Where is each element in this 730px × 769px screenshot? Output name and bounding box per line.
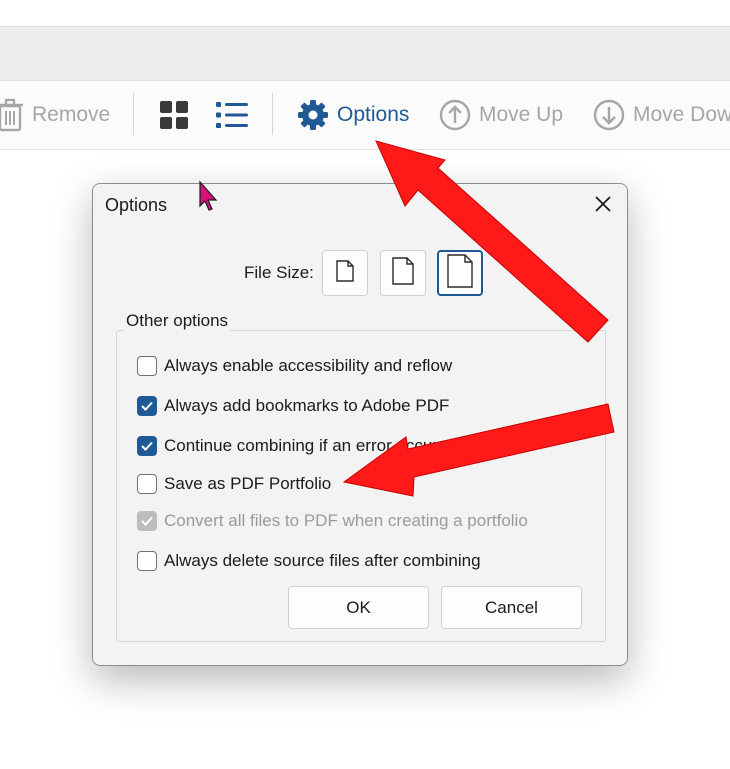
arrow-up-circle-icon: [439, 99, 471, 131]
option-convert-all-files: Convert all files to PDF when creating a…: [137, 510, 528, 532]
trash-icon: [0, 98, 24, 132]
window-top-strip: [0, 0, 730, 26]
options-dialog: Options File Size: Other options Always …: [92, 183, 628, 666]
option-delete-source-files[interactable]: Always delete source files after combini…: [137, 550, 481, 572]
arrow-down-circle-icon: [593, 99, 625, 131]
checkbox[interactable]: [137, 356, 157, 376]
options-label: Options: [337, 103, 410, 126]
small-page-icon: [336, 259, 354, 287]
option-label: Always enable accessibility and reflow: [164, 356, 453, 375]
close-icon: [594, 195, 612, 218]
option-label: Continue combining if an error occurs: [164, 436, 447, 455]
option-save-as-portfolio[interactable]: Save as PDF Portfolio: [137, 473, 331, 495]
option-accessibility-reflow[interactable]: Always enable accessibility and reflow: [137, 355, 452, 377]
move-up-label: Move Up: [479, 103, 564, 126]
checkmark-icon: [141, 401, 153, 411]
ok-button[interactable]: OK: [288, 586, 429, 629]
list-view-icon: [216, 100, 248, 130]
checkbox: [137, 511, 157, 531]
file-size-small-button[interactable]: [322, 250, 368, 296]
option-label: Save as PDF Portfolio: [164, 474, 332, 493]
option-continue-on-error[interactable]: Continue combining if an error occurs: [137, 435, 447, 457]
toolbar-separator: [133, 93, 134, 135]
grid-view-icon: [159, 100, 189, 130]
move-up-button[interactable]: Move Up: [439, 81, 563, 149]
checkmark-icon: [141, 516, 153, 526]
cancel-button[interactable]: Cancel: [441, 586, 582, 629]
other-options-label: Other options: [124, 311, 231, 331]
medium-page-icon: [392, 256, 414, 290]
file-size-label: File Size:: [244, 263, 314, 282]
checkbox[interactable]: [137, 474, 157, 494]
checkbox[interactable]: [137, 551, 157, 571]
option-label: Convert all files to PDF when creating a…: [164, 511, 528, 530]
checkbox[interactable]: [137, 396, 157, 416]
option-label: Always add bookmarks to Adobe PDF: [164, 396, 450, 415]
move-down-label: Move Dow: [633, 103, 730, 126]
checkmark-icon: [141, 441, 153, 451]
options-button[interactable]: Options: [297, 81, 409, 149]
dialog-title: Options: [105, 195, 168, 215]
title-band: [0, 26, 730, 81]
remove-label: Remove: [32, 103, 111, 126]
list-view-button[interactable]: [216, 81, 248, 149]
option-add-bookmarks[interactable]: Always add bookmarks to Adobe PDF: [137, 395, 449, 417]
option-label: Always delete source files after combini…: [164, 551, 481, 570]
remove-button[interactable]: Remove: [0, 81, 110, 149]
gear-icon: [297, 99, 329, 131]
checkbox[interactable]: [137, 436, 157, 456]
large-page-icon: [447, 253, 473, 293]
file-size-large-button[interactable]: [437, 250, 483, 296]
move-down-button[interactable]: Move Dow: [593, 81, 730, 149]
toolbar-separator: [272, 93, 273, 135]
grid-view-button[interactable]: [159, 81, 189, 149]
close-button[interactable]: [589, 192, 617, 220]
file-size-medium-button[interactable]: [380, 250, 426, 296]
